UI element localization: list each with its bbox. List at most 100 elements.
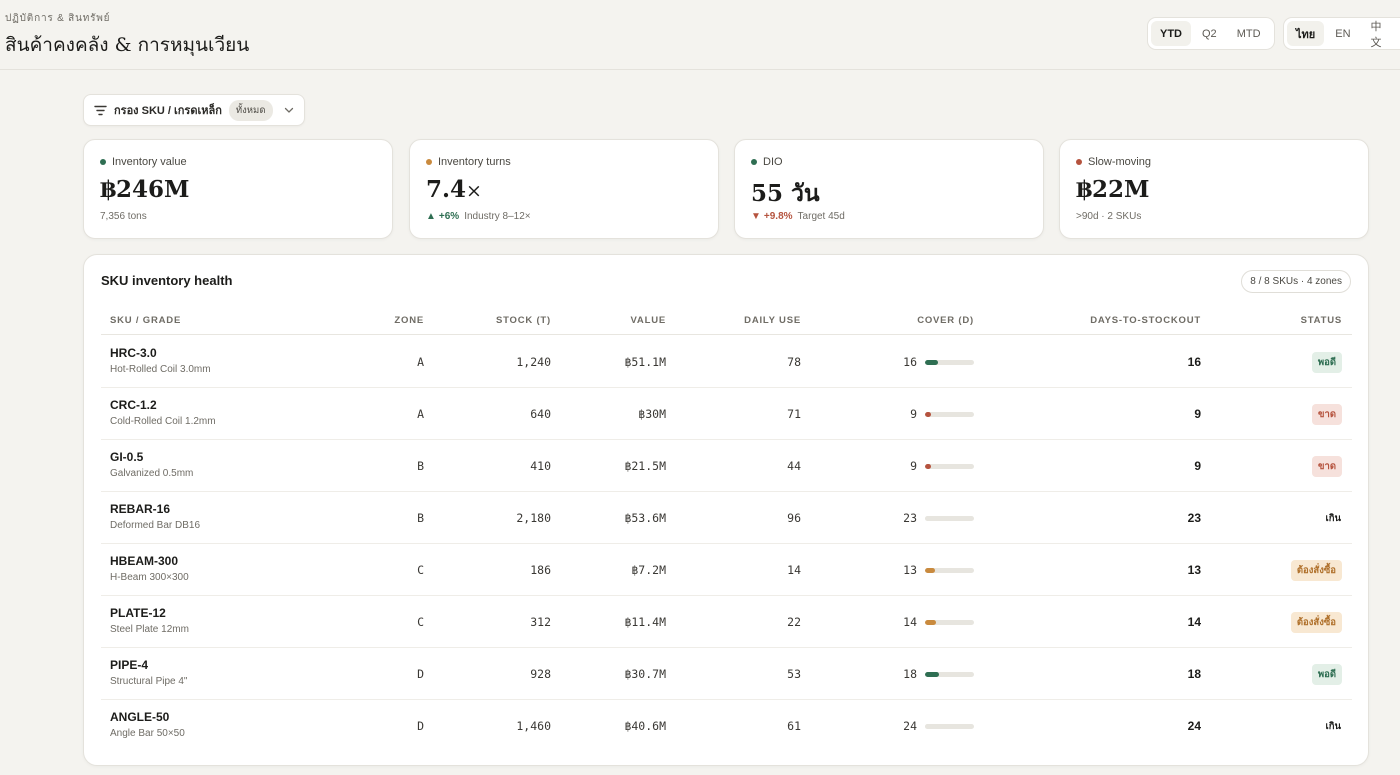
status-badge: เกิน: [1325, 512, 1342, 524]
sku-name: Angle Bar 50×50: [110, 728, 185, 739]
cover-bar: [925, 723, 974, 729]
column-header-cover[interactable]: COVER (D): [881, 315, 974, 326]
language-tab-chinese[interactable]: 中文: [1362, 21, 1397, 49]
sku-name: Deformed Bar DB16: [110, 520, 201, 531]
column-header-value[interactable]: VALUE: [596, 315, 666, 326]
days-to-stockout-cell: 14: [1187, 615, 1201, 629]
kpi-sub: Industry 8–12×: [464, 211, 531, 222]
zone-cell: C: [417, 563, 424, 577]
cover-cell: 9: [841, 388, 974, 440]
sku-name: H-Beam 300×300: [110, 572, 189, 583]
sku-name: Hot-Rolled Coil 3.0mm: [110, 364, 211, 375]
status-badge: ขาด: [1312, 403, 1342, 425]
column-header-days-to-stockout[interactable]: DAYS-TO-STOCKOUT: [1061, 315, 1201, 326]
daily-use-cell: 71: [787, 407, 801, 421]
sku-code: HRC-3.0: [110, 346, 157, 360]
status-badge: พอดี: [1311, 663, 1342, 685]
filter-label: กรอง SKU / เกรดเหล็ก: [114, 105, 222, 117]
daily-use-cell: 61: [787, 719, 801, 733]
stock-cell: 2,180: [516, 511, 551, 525]
kpi-label: Inventory value: [112, 156, 187, 168]
top-bar: ปฏิบัติการ & สินทรัพย์ สินค้าคงคลัง & กา…: [0, 0, 1400, 70]
stock-cell: 1,240: [516, 355, 551, 369]
cover-bar-fill: [925, 723, 945, 729]
status-dot: [100, 159, 106, 165]
stock-cell: 312: [530, 615, 551, 629]
page-eyebrow: ปฏิบัติการ & สินทรัพย์: [5, 13, 111, 24]
language-switcher: ไทย EN 中文: [1283, 17, 1400, 50]
status-badge: เกิน: [1325, 720, 1342, 732]
daily-use-cell: 78: [787, 355, 801, 369]
panel-title: SKU inventory health: [101, 273, 233, 288]
days-to-stockout-cell: 9: [1194, 407, 1201, 421]
table-row[interactable]: REBAR-16 Deformed Bar DB16 B 2,180 ฿53.6M 96 2…: [101, 492, 1352, 544]
period-tab-mtd[interactable]: MTD: [1228, 21, 1270, 46]
period-tab-ytd[interactable]: YTD: [1151, 21, 1191, 46]
table-row[interactable]: PIPE-4 Structural Pipe 4" D 928 ฿30.7M 53 18 18…: [101, 648, 1352, 700]
sku-code: CRC-1.2: [110, 398, 157, 412]
cover-cell: 18: [841, 648, 974, 700]
table-row[interactable]: GI-0.5 Galvanized 0.5mm B 410 ฿21.5M 44 9 9 ขาด: [101, 440, 1352, 492]
table-row[interactable]: HRC-3.0 Hot-Rolled Coil 3.0mm A 1,240 ฿51.1M…: [101, 336, 1352, 388]
sku-code: PLATE-12: [110, 606, 166, 620]
cover-value: 24: [903, 719, 917, 733]
cover-value: 23: [903, 511, 917, 525]
days-to-stockout-cell: 16: [1187, 355, 1201, 369]
sku-code: REBAR-16: [110, 502, 171, 516]
cover-bar-fill: [925, 463, 931, 469]
stock-cell: 1,460: [516, 719, 551, 733]
table-row[interactable]: HBEAM-300 H-Beam 300×300 C 186 ฿7.2M 14 13 13 ต้…: [101, 544, 1352, 596]
language-tab-english[interactable]: EN: [1326, 21, 1359, 46]
sku-name: Steel Plate 12mm: [110, 624, 189, 635]
cover-bar: [925, 515, 974, 521]
zone-cell: D: [417, 667, 424, 681]
sku-filter-button[interactable]: กรอง SKU / เกรดเหล็ก ทั้งหมด: [83, 94, 305, 126]
table-row[interactable]: ANGLE-50 Angle Bar 50×50 D 1,460 ฿40.6M 61 24 2…: [101, 700, 1352, 752]
days-to-stockout-cell: 9: [1194, 459, 1201, 473]
column-header-status[interactable]: STATUS: [1261, 315, 1342, 326]
triangle-down-icon: ▼: [751, 211, 761, 222]
zone-cell: A: [417, 355, 424, 369]
kpi-sub: >90d · 2 SKUs: [1076, 211, 1142, 222]
cover-value: 18: [903, 667, 917, 681]
period-switcher: YTD Q2 MTD: [1147, 17, 1275, 50]
page-title: สินค้าคงคลัง & การหมุนเวียน: [5, 34, 250, 56]
kpi-card-dio: DIO 55 วัน ▼ +9.8% Target 45d: [734, 139, 1044, 239]
kpi-delta: ▼ +9.8%: [751, 211, 793, 222]
table-row[interactable]: CRC-1.2 Cold-Rolled Coil 1.2mm A 640 ฿30M 71 9…: [101, 388, 1352, 440]
cover-bar: [925, 411, 974, 417]
kpi-sub: Target 45d: [797, 211, 845, 222]
kpi-card-inventory-turns: Inventory turns 7.4× ▲ +6% Industry 8–12×: [409, 139, 719, 239]
cover-value: 9: [910, 459, 917, 473]
period-tab-q2[interactable]: Q2: [1193, 21, 1226, 46]
cover-bar-fill: [925, 411, 931, 417]
kpi-value: ฿22M: [1076, 176, 1150, 203]
value-cell: ฿51.1M: [624, 355, 666, 369]
value-cell: ฿21.5M: [624, 459, 666, 473]
chevron-down-icon: [284, 107, 294, 114]
count-badge: 8 / 8 SKUs · 4 zones: [1241, 270, 1351, 293]
daily-use-cell: 44: [787, 459, 801, 473]
filter-chip: ทั้งหมด: [228, 99, 273, 121]
language-tab-thai[interactable]: ไทย: [1287, 21, 1325, 46]
kpi-card-slow-moving: Slow-moving ฿22M >90d · 2 SKUs: [1059, 139, 1369, 239]
status-badge: พอดี: [1311, 351, 1342, 373]
cover-bar-fill: [925, 359, 938, 365]
value-cell: ฿53.6M: [624, 511, 666, 525]
status-dot: [751, 159, 757, 165]
kpi-label: Slow-moving: [1088, 156, 1151, 168]
cover-bar-fill: [925, 515, 945, 521]
kpi-label: Inventory turns: [438, 156, 511, 168]
table-row[interactable]: PLATE-12 Steel Plate 12mm C 312 ฿11.4M 22 14 14…: [101, 596, 1352, 648]
cover-value: 9: [910, 407, 917, 421]
days-to-stockout-cell: 24: [1187, 719, 1201, 733]
status-badge: ต้องสั่งซื้อ: [1290, 611, 1342, 633]
column-header-daily-use[interactable]: DAILY USE: [711, 315, 801, 326]
sku-code: HBEAM-300: [110, 554, 179, 568]
triangle-up-icon: ▲: [426, 211, 436, 222]
zone-cell: A: [417, 407, 424, 421]
column-header-sku[interactable]: SKU / GRADE: [110, 315, 181, 326]
column-header-zone[interactable]: ZONE: [386, 315, 424, 326]
status-dot: [426, 159, 432, 165]
column-header-stock[interactable]: STOCK (T): [481, 315, 551, 326]
